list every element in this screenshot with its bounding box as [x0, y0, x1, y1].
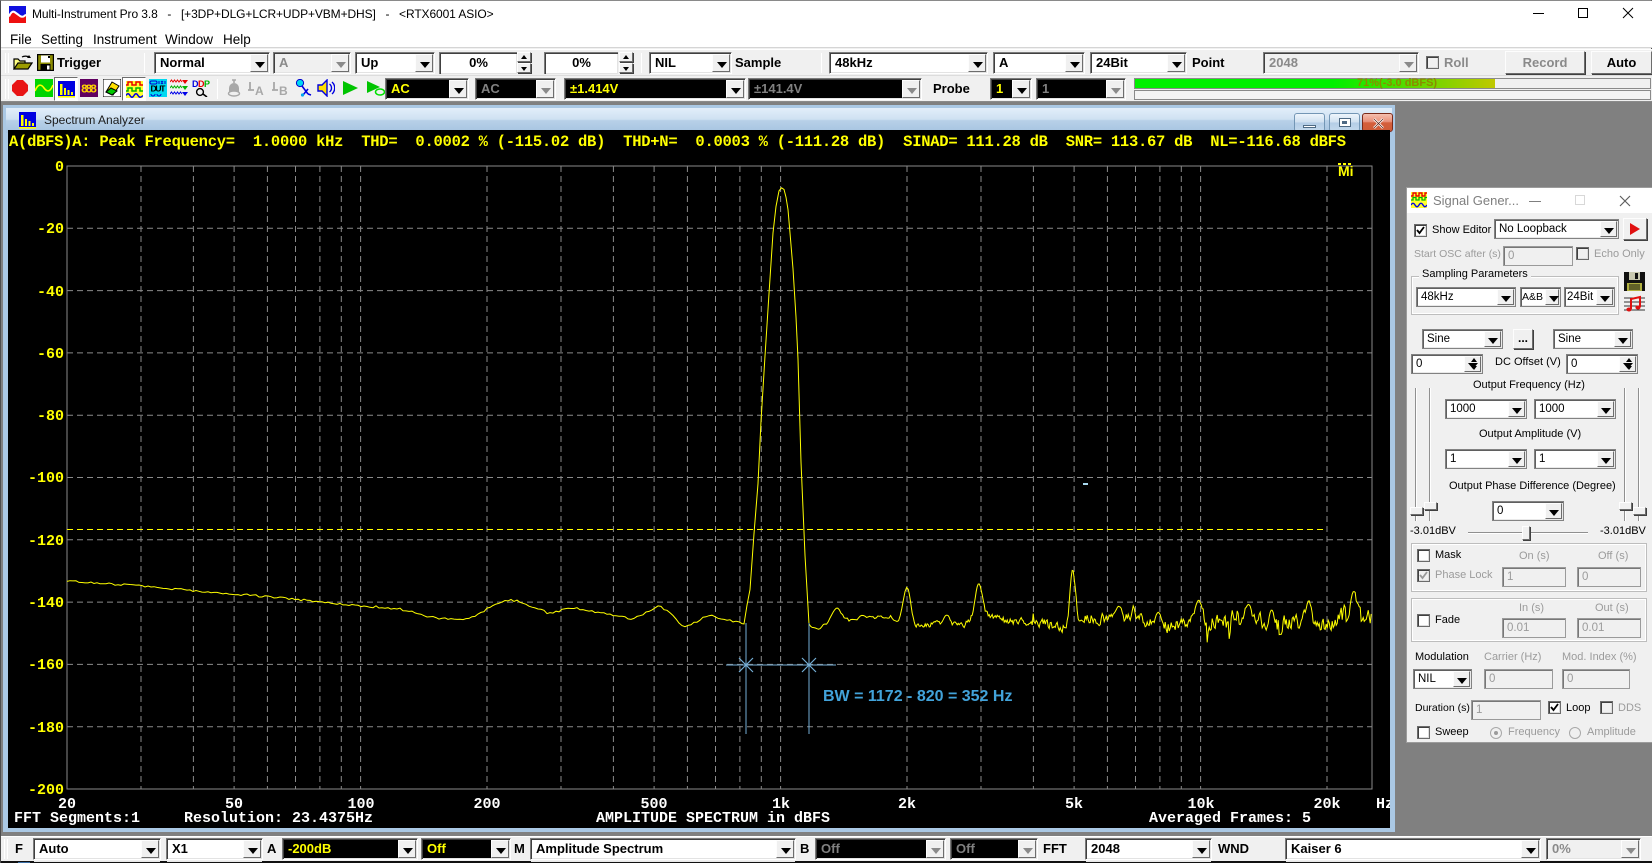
svg-text:20k: 20k — [1313, 796, 1340, 813]
svg-text:DUT: DUT — [151, 84, 167, 94]
svg-text:2k: 2k — [898, 796, 916, 813]
svg-text:-20: -20 — [37, 221, 64, 238]
svg-text:Mi: Mi — [1338, 163, 1354, 179]
svg-text:Averaged Frames: 5: Averaged Frames: 5 — [1149, 810, 1311, 827]
svg-text:-40: -40 — [37, 284, 64, 301]
svg-text:-140: -140 — [28, 595, 64, 612]
svg-text:-120: -120 — [28, 533, 64, 550]
svg-text:5k: 5k — [1065, 796, 1083, 813]
svg-text:Resolution: 23.4375Hz: Resolution: 23.4375Hz — [184, 810, 373, 827]
svg-text:888: 888 — [81, 84, 97, 97]
svg-text:AMPLITUDE SPECTRUM in dBFS: AMPLITUDE SPECTRUM in dBFS — [596, 810, 830, 827]
svg-text:B: B — [279, 84, 288, 96]
svg-text:200: 200 — [473, 796, 500, 813]
svg-text:-80: -80 — [37, 408, 64, 425]
svg-text:A(dBFS)A: Peak Frequency= 1.0: A(dBFS)A: Peak Frequency= 1.0000 kHz THD… — [9, 133, 1346, 151]
svg-text:Hz: Hz — [1376, 796, 1390, 813]
svg-text:-100: -100 — [28, 470, 64, 487]
svg-text:FFT Segments:1: FFT Segments:1 — [14, 810, 140, 827]
svg-text:A: A — [255, 84, 264, 96]
svg-text:BW = 1172 - 820 = 352 Hz: BW = 1172 - 820 = 352 Hz — [823, 688, 1012, 705]
svg-text:P: P — [204, 79, 210, 89]
svg-text:0: 0 — [55, 159, 64, 176]
svg-text:-160: -160 — [28, 657, 64, 674]
svg-text:-180: -180 — [28, 720, 64, 737]
svg-text:-60: -60 — [37, 346, 64, 363]
